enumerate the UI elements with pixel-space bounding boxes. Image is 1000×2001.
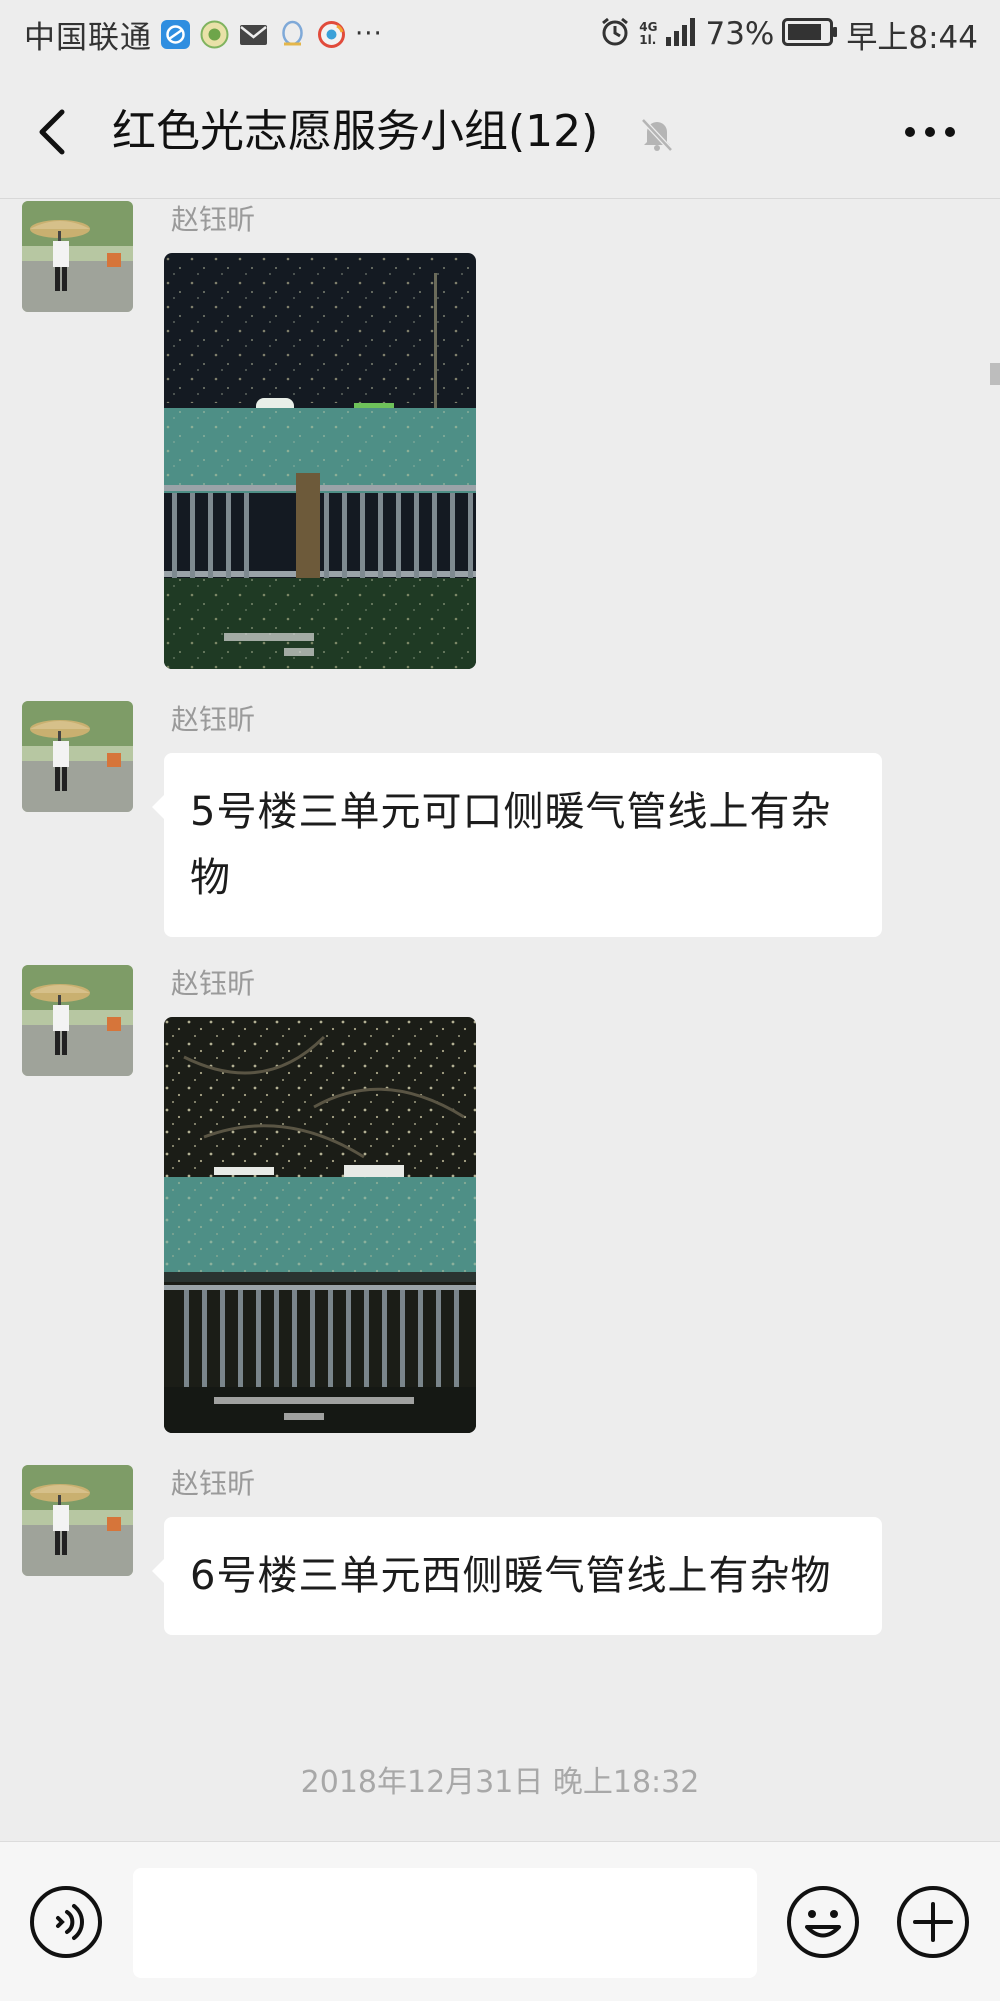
message-bubble[interactable]: 5号楼三单元可口侧暖气管线上有杂物: [152, 753, 882, 937]
emoji-button[interactable]: [785, 1884, 861, 1960]
status-bar: 中国联通 ··· 4G 1l. 73% 早上8:44: [0, 0, 1000, 66]
voice-button[interactable]: [28, 1884, 104, 1960]
network-type-label: 4G 1l.: [639, 21, 657, 47]
chat-title[interactable]: 红色光志愿服务小组(12): [112, 104, 598, 160]
network-type-top: 4G: [639, 20, 658, 34]
back-arrow-icon: [39, 109, 65, 155]
message-photo[interactable]: [164, 1017, 476, 1433]
battery-percent: 73%: [705, 16, 775, 52]
back-button[interactable]: [26, 102, 86, 162]
mute-bell-icon: [637, 114, 677, 154]
wechat-mini-icon: [199, 19, 230, 50]
mail-icon: [238, 19, 269, 50]
timestamp-divider: 2018年12月31日 晚上18:32: [300, 1765, 700, 1800]
input-bar: [0, 1841, 1000, 2001]
chat-header: 红色光志愿服务小组(12): [0, 66, 1000, 199]
status-right: 4G 1l. 73% 早上8:44: [599, 12, 978, 56]
scrollbar[interactable]: [990, 363, 1000, 385]
avatar[interactable]: [22, 965, 133, 1076]
network-type-bottom: 1l.: [639, 33, 657, 47]
battery-icon: [782, 18, 838, 50]
sender-name: 赵钰昕: [171, 203, 256, 236]
avatar[interactable]: [22, 1465, 133, 1576]
more-notifications-indicator: ···: [355, 19, 383, 49]
browser-icon: [160, 19, 191, 50]
clock: 早上8:44: [846, 19, 978, 56]
weibo-icon: [316, 19, 347, 50]
carrier-name: 中国联通: [24, 19, 152, 56]
chat-message-list[interactable]: 赵钰昕 赵钰昕 5号楼三单元可口侧暖气管线上有杂物 赵钰昕 赵钰昕 6号楼三单元…: [0, 199, 1000, 1841]
more-dots-icon: [905, 127, 955, 137]
plus-icon: [897, 1886, 969, 1958]
avatar[interactable]: [22, 201, 133, 312]
status-left: 中国联通 ···: [24, 12, 383, 56]
voice-icon: [30, 1886, 102, 1958]
sender-name: 赵钰昕: [171, 703, 256, 736]
more-functions-button[interactable]: [895, 1884, 971, 1960]
emoji-icon: [787, 1886, 859, 1958]
sender-name: 赵钰昕: [171, 967, 256, 1000]
message-bubble[interactable]: 6号楼三单元西侧暖气管线上有杂物: [152, 1517, 882, 1635]
more-options-button[interactable]: [898, 110, 962, 154]
signal-icon: [665, 17, 697, 51]
message-input[interactable]: [133, 1868, 757, 1978]
qq-icon: [277, 19, 308, 50]
sender-name: 赵钰昕: [171, 1467, 256, 1500]
message-photo[interactable]: [164, 253, 476, 669]
alarm-icon: [599, 16, 631, 52]
avatar[interactable]: [22, 701, 133, 812]
